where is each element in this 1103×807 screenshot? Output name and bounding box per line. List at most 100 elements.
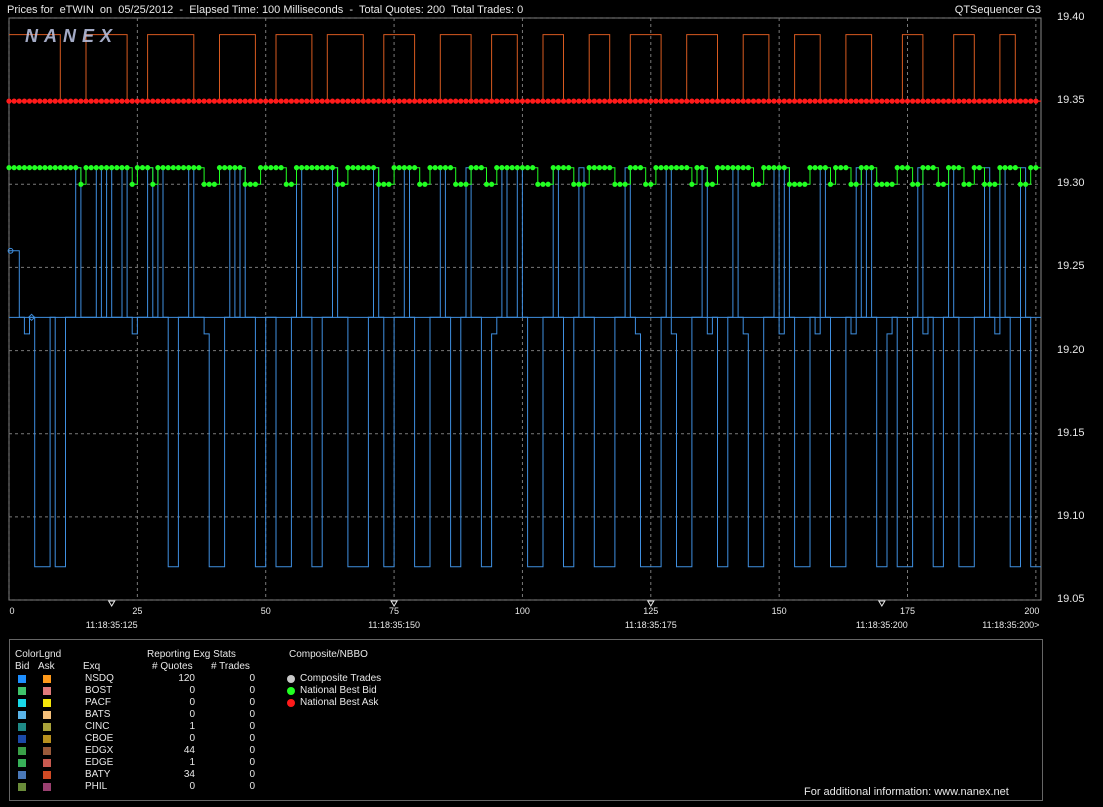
- nbb-point: [504, 165, 510, 171]
- nba-point: [997, 98, 1003, 104]
- nba-point: [992, 98, 998, 104]
- nba-point: [637, 98, 644, 104]
- nba-point: [453, 98, 459, 104]
- nba-point: [42, 98, 48, 104]
- nbb-point: [206, 181, 212, 187]
- nbb-point: [879, 181, 885, 187]
- nba-point: [463, 98, 469, 104]
- nbb-point: [761, 165, 767, 171]
- nbb-point: [637, 165, 644, 171]
- nba-point: [52, 98, 58, 104]
- nba-point: [576, 98, 582, 104]
- x-tick-label: 25: [132, 606, 143, 616]
- plot-area: [8, 17, 1042, 601]
- nbb-point: [263, 165, 269, 171]
- nba-point: [648, 98, 654, 104]
- nbb-point: [524, 165, 531, 171]
- nbb-point: [976, 165, 982, 171]
- y-tick-label: 19.25: [1057, 260, 1085, 273]
- nbb-point: [62, 165, 69, 171]
- nbb-point: [817, 165, 823, 171]
- nbb-point: [540, 181, 546, 187]
- nba-point: [894, 98, 900, 104]
- nba-point: [180, 98, 187, 104]
- quotes-count: 1: [189, 757, 195, 768]
- nbb-point: [499, 165, 505, 171]
- nba-point: [396, 98, 402, 104]
- nbb-point: [653, 165, 659, 171]
- bid-color-swatch: [18, 687, 26, 695]
- nba-point: [863, 98, 870, 104]
- nbb-point: [838, 165, 844, 171]
- nba-point: [632, 98, 638, 104]
- nba-point: [935, 98, 941, 104]
- nbb-point: [612, 181, 618, 187]
- nba-point: [73, 98, 79, 104]
- nba-point: [442, 98, 449, 104]
- nbb-point: [483, 181, 490, 187]
- nbb-point: [227, 165, 233, 171]
- nbb-point: [145, 165, 151, 171]
- nba-point: [745, 98, 751, 104]
- nba-point: [668, 98, 674, 104]
- nba-point: [714, 98, 721, 104]
- nbb-point: [196, 165, 202, 171]
- nbb-point: [802, 181, 808, 187]
- nba-point: [114, 98, 120, 104]
- time-label: 11:18:35:200>: [982, 620, 1040, 630]
- nba-point: [622, 98, 628, 104]
- nbb-point: [530, 165, 536, 171]
- nba-point: [540, 98, 546, 104]
- quotes-count: 1: [189, 721, 195, 732]
- nbb-point: [329, 165, 336, 171]
- composite-label: National Best Bid: [300, 685, 377, 696]
- nbb-point: [843, 165, 849, 171]
- nba-point: [945, 98, 952, 104]
- nba-point: [268, 98, 274, 104]
- nbb-point: [735, 165, 741, 171]
- nbb-point: [381, 181, 387, 187]
- nbb-point: [601, 165, 608, 171]
- nbb-point: [453, 181, 459, 187]
- quotes-count: 0: [189, 709, 195, 720]
- nba-point: [437, 98, 443, 104]
- nba-point: [257, 98, 264, 104]
- nba-point: [309, 98, 315, 104]
- nba-point: [853, 98, 859, 104]
- nbb-point: [360, 165, 366, 171]
- nba-point: [838, 98, 844, 104]
- nbb-point: [175, 165, 182, 171]
- nbb-point: [73, 165, 79, 171]
- trades-count: 0: [249, 757, 255, 768]
- time-label: 11:18:35:175: [624, 620, 677, 630]
- nbb-point: [874, 181, 880, 187]
- bid-color-swatch: [18, 771, 26, 779]
- trades-count: 0: [249, 721, 255, 732]
- nbb-point: [884, 181, 890, 187]
- ask-column-header: Ask: [38, 661, 55, 672]
- nba-point: [314, 98, 320, 104]
- nba-point: [653, 98, 659, 104]
- nba-point: [776, 98, 782, 104]
- nbb-point: [827, 181, 834, 187]
- nba-point: [730, 98, 736, 104]
- nbb-point: [766, 165, 772, 171]
- nbb-point: [278, 165, 284, 171]
- composite-label: National Best Ask: [300, 697, 379, 708]
- nba-point: [412, 98, 418, 104]
- nbb-point: [391, 165, 397, 171]
- nbb-point: [355, 165, 361, 171]
- nba-point: [201, 98, 207, 104]
- nbb-point: [1022, 181, 1029, 187]
- nbb-point: [910, 181, 916, 187]
- trades-count: 0: [249, 697, 255, 708]
- nba-point: [920, 98, 926, 104]
- nba-point: [489, 98, 495, 104]
- footer-note: For additional information: www.nanex.ne…: [804, 786, 1009, 798]
- nba-point: [550, 98, 556, 104]
- nbb-point: [432, 165, 438, 171]
- nba-point: [406, 98, 413, 104]
- exchange-name: EDGE: [85, 757, 114, 768]
- nba-point: [987, 98, 993, 104]
- nbb-point: [858, 165, 864, 171]
